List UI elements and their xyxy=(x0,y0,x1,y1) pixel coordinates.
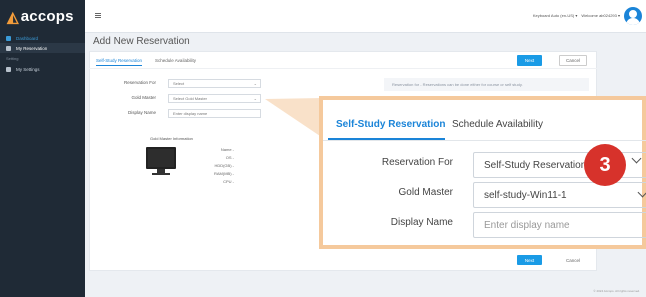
zoom-reservation-for-value: Self-Study Reservation xyxy=(484,159,587,171)
zoom-tab-self-study-reservation[interactable]: Self-Study Reservation xyxy=(336,119,445,130)
step-number-badge: 3 xyxy=(584,144,626,186)
zoom-gold-master-select[interactable]: self-study-Win11-1 xyxy=(473,182,646,208)
zoom-gold-master-value: self-study-Win11-1 xyxy=(484,189,567,201)
zoom-display-name-input[interactable]: Enter display name xyxy=(473,212,646,238)
zoom-display-name-placeholder: Enter display name xyxy=(484,219,570,231)
zoom-display-name-label: Display Name xyxy=(390,217,453,228)
zoom-gold-master-label: Gold Master xyxy=(398,187,453,198)
chevron-down-icon xyxy=(637,187,646,198)
zoom-reservation-for-label: Reservation For xyxy=(381,157,453,168)
zoom-tab-schedule-availability[interactable]: Schedule Availability xyxy=(452,119,543,130)
zoom-tab-divider xyxy=(323,140,646,141)
